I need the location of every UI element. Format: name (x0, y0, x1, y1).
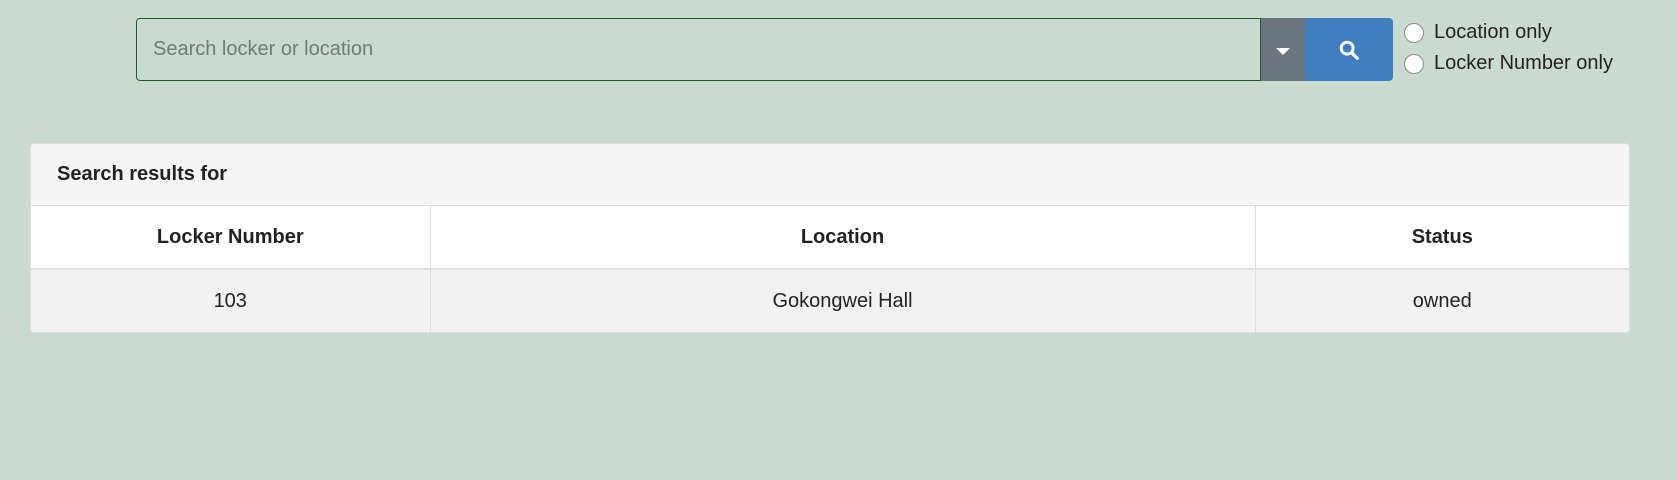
search-bar (136, 18, 1393, 81)
search-button[interactable] (1305, 18, 1393, 81)
search-input[interactable] (136, 18, 1261, 81)
radio-locker-number-only[interactable]: Locker Number only (1404, 52, 1613, 75)
radio-button[interactable] (1404, 22, 1424, 43)
results-heading: Search results for (31, 144, 1629, 206)
radio-location-only[interactable]: Location only (1404, 21, 1613, 44)
radio-button[interactable] (1404, 53, 1424, 74)
column-header-locker-number: Locker Number (31, 206, 431, 270)
search-icon (1339, 40, 1359, 60)
caret-down-icon (1276, 48, 1290, 55)
cell-location: Gokongwei Hall (430, 269, 1256, 332)
column-header-status: Status (1255, 206, 1629, 270)
radio-label: Locker Number only (1434, 52, 1613, 74)
table-header-row: Locker Number Location Status (31, 206, 1629, 270)
results-panel: Search results for Locker Number Locatio… (30, 143, 1630, 333)
column-header-location: Location (430, 206, 1256, 270)
results-table: Locker Number Location Status 103 Gokong… (31, 206, 1629, 332)
cell-status: owned (1412, 289, 1472, 312)
radio-label: Location only (1434, 21, 1552, 43)
dropdown-button[interactable] (1261, 18, 1305, 81)
cell-locker-number: 103 (31, 269, 431, 332)
search-filter-options: Location only Locker Number only (1404, 21, 1613, 75)
table-row[interactable]: 103 Gokongwei Hall owned (31, 269, 1629, 332)
